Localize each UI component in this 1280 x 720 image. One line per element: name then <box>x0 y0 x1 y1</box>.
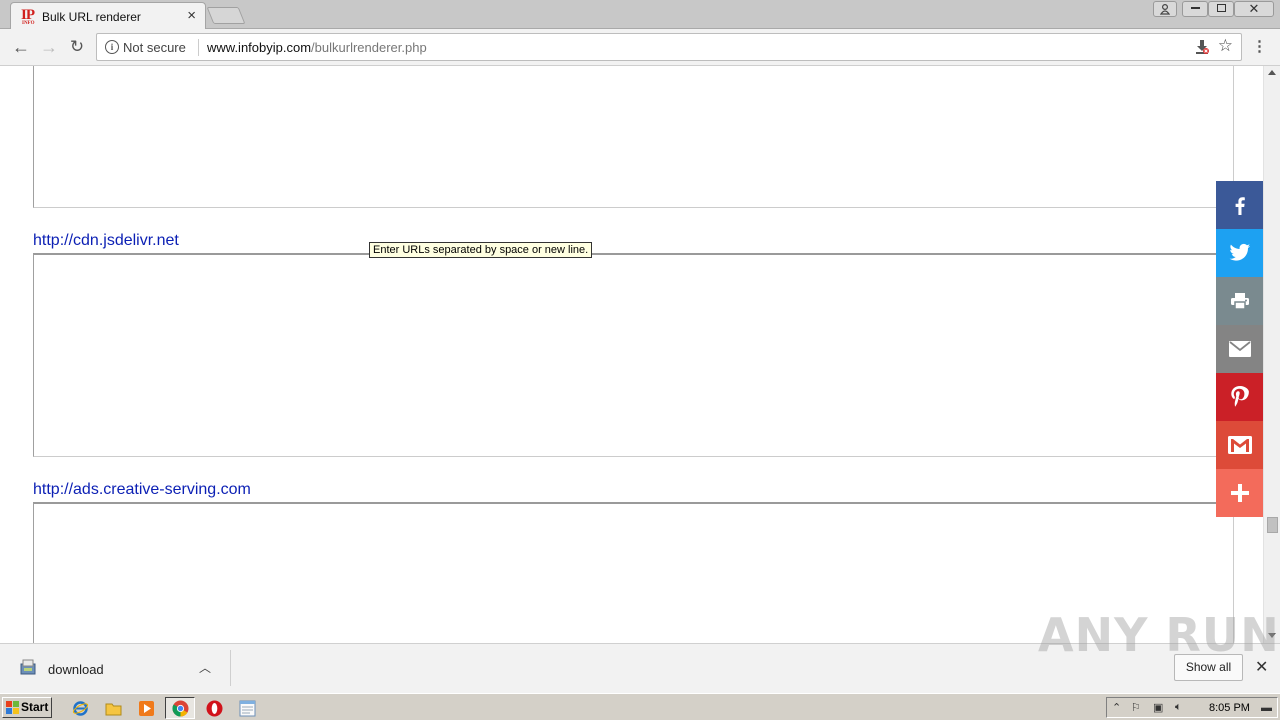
bookmark-star-icon[interactable]: ☆ <box>1218 36 1233 56</box>
tab-close-icon[interactable]: × <box>187 8 196 23</box>
pinterest-icon <box>1231 386 1249 407</box>
more-share-button[interactable] <box>1216 469 1264 517</box>
anyrun-watermark: ANY RUN <box>1038 608 1280 662</box>
blocked-download-icon[interactable] <box>1195 39 1209 55</box>
new-tab-button[interactable] <box>206 7 246 24</box>
internet-explorer-icon[interactable] <box>70 698 90 718</box>
render-frame-previous[interactable] <box>33 66 1234 208</box>
downloaded-file-name[interactable]: download <box>48 662 104 677</box>
show-all-downloads-button[interactable]: Show all <box>1174 654 1243 681</box>
download-shelf: download ︿ ANY RUN Show all ✕ <box>0 608 1280 693</box>
url-text[interactable]: www.infobyip.com/bulkurlrenderer.php <box>207 40 427 55</box>
system-tray: ⌃ ⚐ ▣ 🔈︎ 8:05 PM ▬ <box>1106 697 1278 718</box>
facebook-share-button[interactable] <box>1216 181 1264 229</box>
envelope-icon <box>1229 341 1251 357</box>
minimize-window-button[interactable] <box>1182 1 1208 17</box>
gmail-icon <box>1228 436 1252 454</box>
opera-icon[interactable] <box>204 698 224 718</box>
tooltip: Enter URLs separated by space or new lin… <box>369 242 593 258</box>
twitter-share-button[interactable] <box>1216 229 1264 277</box>
email-share-button[interactable] <box>1216 325 1264 373</box>
chrome-taskbar-button[interactable] <box>165 697 195 719</box>
start-button[interactable]: Start <box>2 697 52 718</box>
site-link-cdn-jsdelivr[interactable]: http://cdn.jsdelivr.net <box>33 232 179 250</box>
close-shelf-icon[interactable]: ✕ <box>1255 657 1268 677</box>
browser-menu-icon[interactable]: ⋮ <box>1252 36 1267 58</box>
tab-bulk-url-renderer[interactable]: IP INFO Bulk URL renderer × <box>10 2 206 30</box>
tab-strip: IP INFO Bulk URL renderer × ✕ <box>0 0 1280 30</box>
info-icon[interactable]: i <box>105 40 119 54</box>
forward-arrow-icon[interactable]: → <box>37 36 61 58</box>
close-window-button[interactable]: ✕ <box>1234 1 1274 17</box>
notepad-icon[interactable] <box>237 698 257 718</box>
windows-taskbar: Start ⌃ ⚐ ▣ 🔈︎ 8:05 PM ▬ <box>0 693 1280 720</box>
address-bar[interactable]: i Not secure www.infobyip.com/bulkurlren… <box>96 33 1242 61</box>
scrollbar-thumb[interactable] <box>1267 517 1278 533</box>
system-clock[interactable]: 8:05 PM <box>1209 702 1250 714</box>
pinterest-share-button[interactable] <box>1216 373 1264 421</box>
share-bar <box>1216 181 1264 517</box>
network-icon[interactable]: ▣ <box>1153 701 1163 714</box>
scroll-up-arrow-icon[interactable] <box>1268 70 1276 75</box>
back-arrow-icon[interactable]: ← <box>9 36 33 58</box>
action-center-flag-icon[interactable]: ⚐ <box>1131 701 1141 714</box>
facebook-icon <box>1235 197 1245 215</box>
tab-title: Bulk URL renderer <box>42 10 141 24</box>
start-label: Start <box>21 700 49 714</box>
plus-icon <box>1231 484 1249 502</box>
infobyip-favicon-icon: IP INFO <box>21 7 35 26</box>
reload-icon[interactable]: ↻ <box>65 36 89 58</box>
chevron-up-icon[interactable]: ︿ <box>199 659 211 676</box>
shelf-separator <box>230 650 231 686</box>
file-explorer-icon[interactable] <box>103 698 123 718</box>
page-content: http://cdn.jsdelivr.net http://ads.creat… <box>0 66 1263 643</box>
render-frame-cdn-jsdelivr[interactable] <box>33 253 1234 457</box>
print-icon <box>1231 293 1249 310</box>
address-separator <box>198 39 199 56</box>
browser-toolbar: ← → ↻ i Not secure www.infobyip.com/bulk… <box>0 29 1280 66</box>
show-hidden-icons-icon[interactable]: ⌃ <box>1112 701 1121 714</box>
volume-icon[interactable]: 🔈︎ <box>1175 701 1182 714</box>
user-profile-icon[interactable] <box>1153 1 1177 17</box>
page-scrollbar[interactable] <box>1263 66 1280 643</box>
media-player-icon[interactable] <box>136 698 156 718</box>
security-label[interactable]: Not secure <box>123 40 186 55</box>
restore-window-button[interactable] <box>1208 1 1234 17</box>
twitter-icon <box>1229 243 1251 261</box>
show-desktop-icon[interactable]: ▬ <box>1261 702 1272 714</box>
windows-flag-icon <box>6 701 19 714</box>
downloaded-file-icon[interactable] <box>19 658 37 676</box>
site-link-ads-creative-serving[interactable]: http://ads.creative-serving.com <box>33 481 251 499</box>
chrome-icon <box>172 700 188 716</box>
print-share-button[interactable] <box>1216 277 1264 325</box>
gmail-share-button[interactable] <box>1216 421 1264 469</box>
